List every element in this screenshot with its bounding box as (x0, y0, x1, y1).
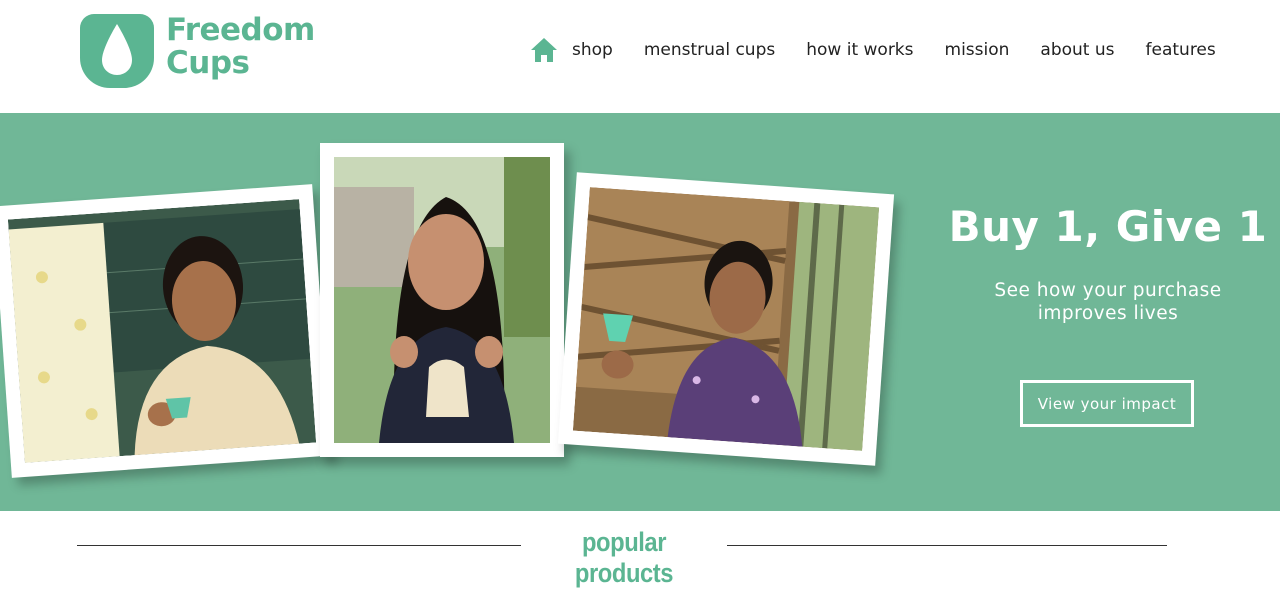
nav-item-how-it-works[interactable]: how it works (806, 36, 913, 64)
brand-line-1: Freedom (166, 12, 315, 48)
nav-item-features[interactable]: features (1146, 36, 1216, 64)
popular-products-heading: popular products (77, 522, 1167, 588)
hero-photo-2 (320, 143, 564, 457)
divider-right (727, 545, 1167, 546)
droplet-logo-icon (80, 14, 154, 88)
brand-line-2: Cups (166, 45, 250, 81)
hero-banner: Buy 1, Give 1 See how your purchase impr… (0, 113, 1280, 511)
brand-wordmark: Freedom Cups (166, 14, 315, 80)
hero-subtitle: See how your purchase improves lives (940, 279, 1276, 325)
main-nav: shop menstrual cups how it works mission… (530, 36, 1216, 64)
site-header: Freedom Cups shop menstrual cups how it … (0, 0, 1280, 113)
brand-logo[interactable]: Freedom Cups (80, 14, 315, 88)
hero-photo-3 (557, 172, 895, 466)
nav-item-menstrual-cups[interactable]: menstrual cups (644, 36, 775, 64)
hero-photo-1 (0, 184, 332, 478)
divider-left (77, 545, 521, 546)
hero-copy: Buy 1, Give 1 See how your purchase impr… (940, 197, 1276, 427)
nav-item-mission[interactable]: mission (945, 36, 1010, 64)
nav-item-shop[interactable]: shop (572, 36, 613, 64)
nav-item-about-us[interactable]: about us (1040, 36, 1114, 64)
house-icon[interactable] (530, 37, 558, 63)
view-impact-button[interactable]: View your impact (1020, 380, 1194, 427)
hero-title: Buy 1, Give 1 (948, 202, 1268, 251)
hero-subtitle-line-2: improves lives (1037, 303, 1179, 324)
hero-subtitle-line-1: See how your purchase (994, 280, 1222, 301)
section-title: popular products (574, 527, 674, 588)
